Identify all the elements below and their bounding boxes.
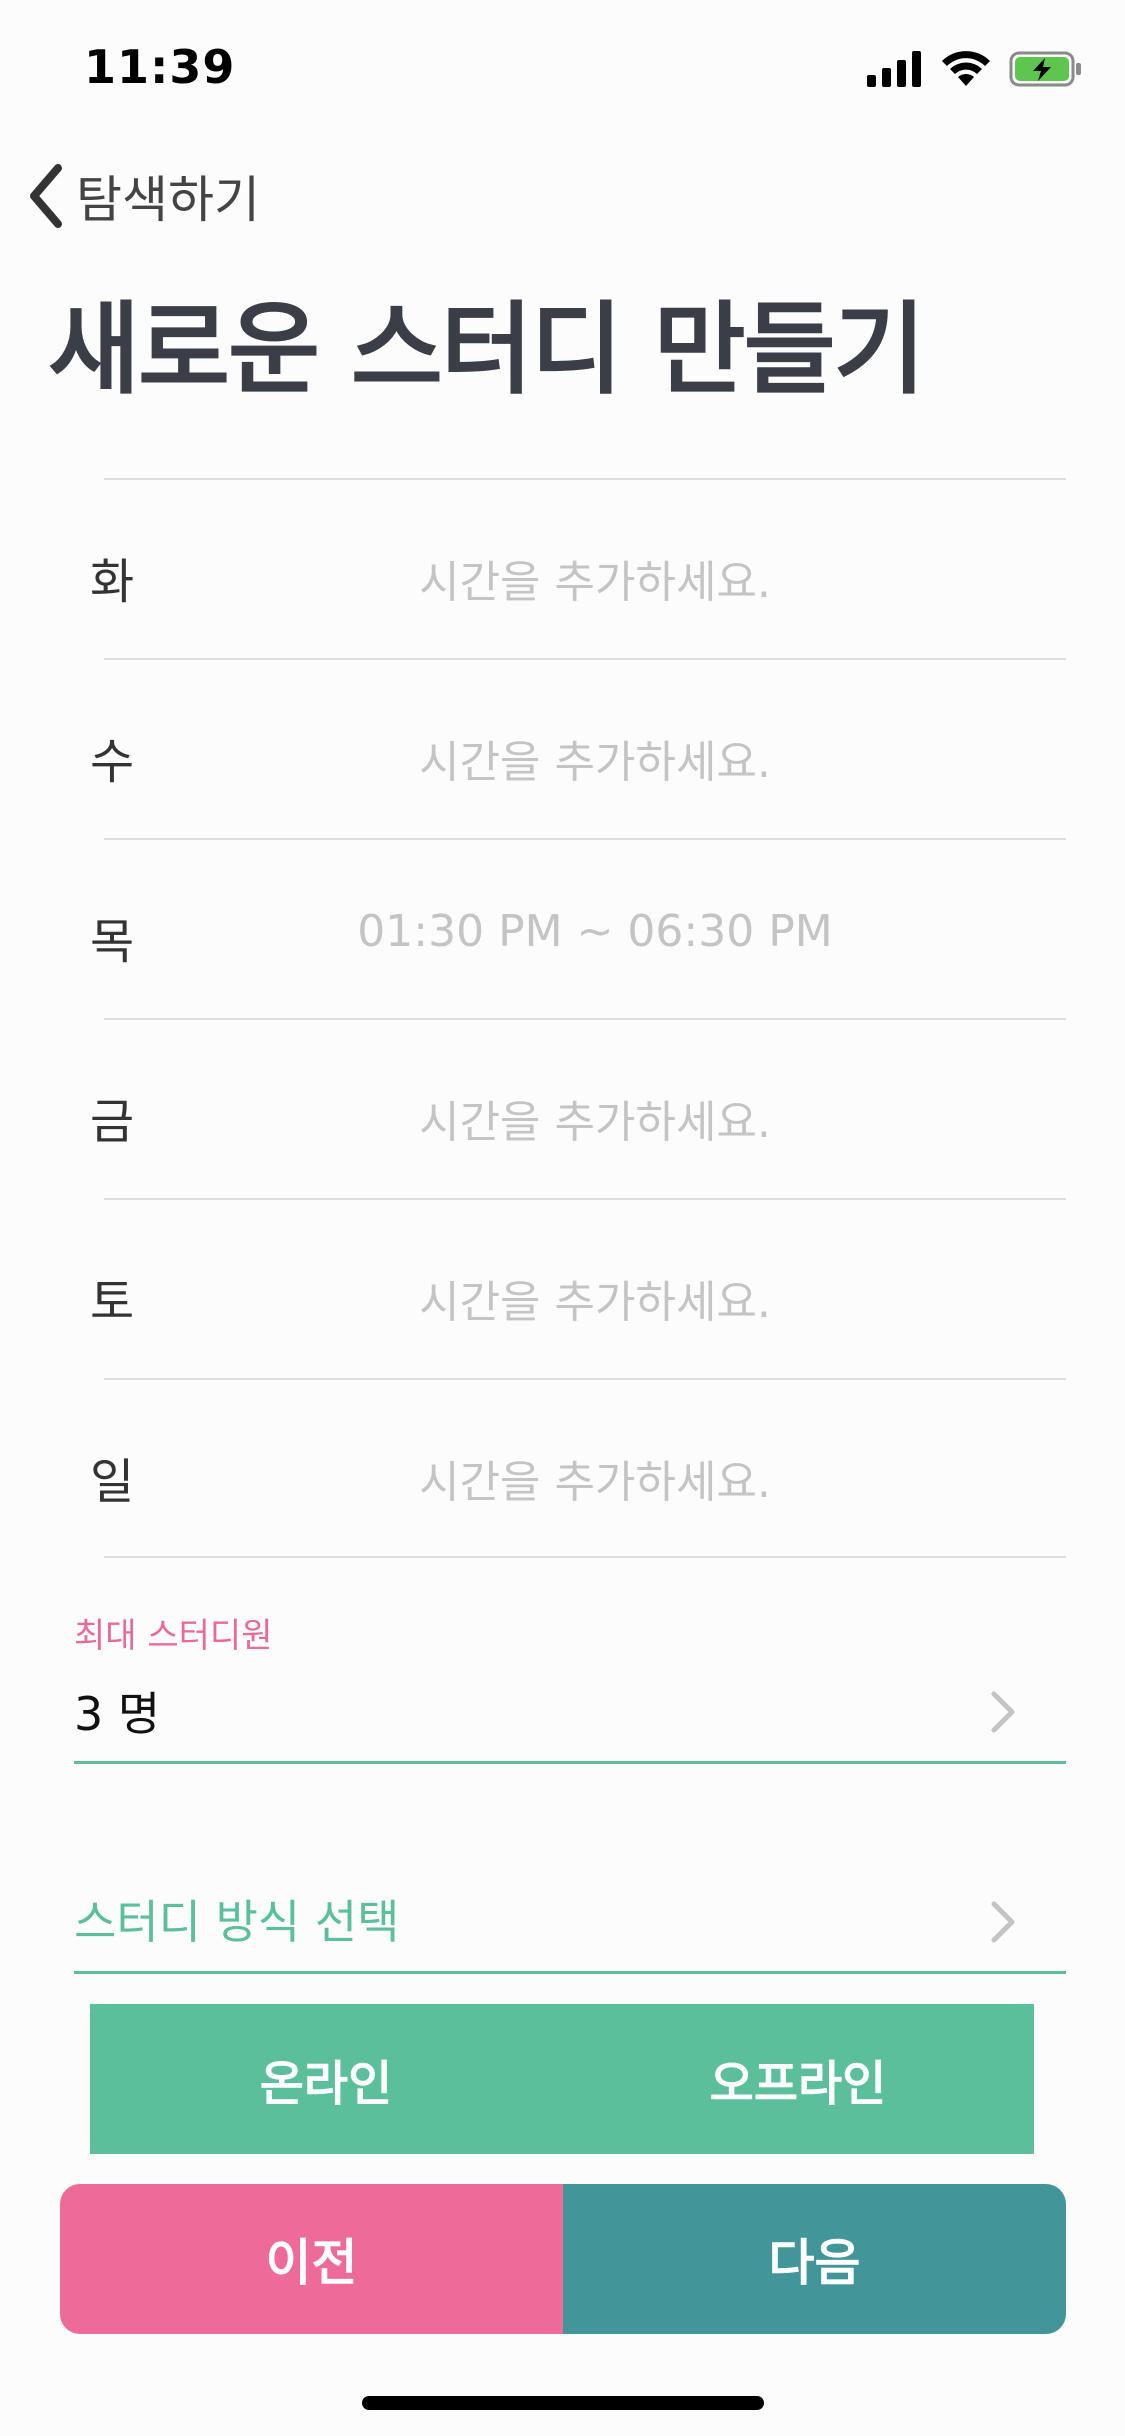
chevron-right-icon [991,1901,1015,1943]
back-button[interactable]: 탐색하기 [24,160,260,232]
day-time: 시간을 추가하세요. [419,557,771,608]
chevron-right-icon [991,1691,1015,1733]
day-row-sat[interactable]: 토 시간을 추가하세요. [90,1198,1066,1378]
day-time: 시간을 추가하세요. [419,1457,771,1508]
wifi-icon [942,51,990,86]
day-time: 시간을 추가하세요. [419,1097,771,1148]
home-indicator[interactable] [362,2396,764,2410]
status-icons [867,50,1083,88]
signal-icon [867,51,921,87]
bottom-button-bar: 이전 다음 [60,2184,1066,2334]
day-row-wed[interactable]: 수 시간을 추가하세요. [90,658,1066,838]
next-button[interactable]: 다음 [563,2184,1066,2334]
max-members-field[interactable]: 3 명 [74,1660,1066,1764]
battery-charging-icon [1009,51,1081,87]
status-time: 11:39 [84,40,236,94]
status-bar: 11:39 [0,0,1125,132]
day-schedule-list: 화 시간을 추가하세요. 수 시간을 추가하세요. 목 01:30 PM ~ 0… [0,478,1125,1558]
chevron-left-icon [30,164,62,228]
day-row-sun[interactable]: 일 시간을 추가하세요. [90,1378,1066,1558]
prev-button[interactable]: 이전 [60,2184,563,2334]
page-title: 새로운 스터디 만들기 [48,291,926,408]
day-time: 시간을 추가하세요. [419,1277,771,1328]
study-method-options: 온라인 오프라인 [90,2004,1034,2154]
method-option-online[interactable]: 온라인 [90,2004,562,2154]
study-method-select[interactable]: 스터디 방식 선택 [74,1870,1066,1974]
max-members-label: 최대 스터디원 [74,1616,273,1656]
day-row-thu[interactable]: 목 01:30 PM ~ 06:30 PM [90,838,1066,1018]
max-members-value: 3 명 [74,1687,161,1741]
back-label: 탐색하기 [76,171,260,229]
method-option-offline[interactable]: 오프라인 [562,2004,1034,2154]
study-method-label: 스터디 방식 선택 [74,1895,400,1949]
day-time: 01:30 PM ~ 06:30 PM [357,906,833,957]
day-time: 시간을 추가하세요. [419,737,771,788]
day-row-fri[interactable]: 금 시간을 추가하세요. [90,1018,1066,1198]
day-row-tue[interactable]: 화 시간을 추가하세요. [90,478,1066,658]
